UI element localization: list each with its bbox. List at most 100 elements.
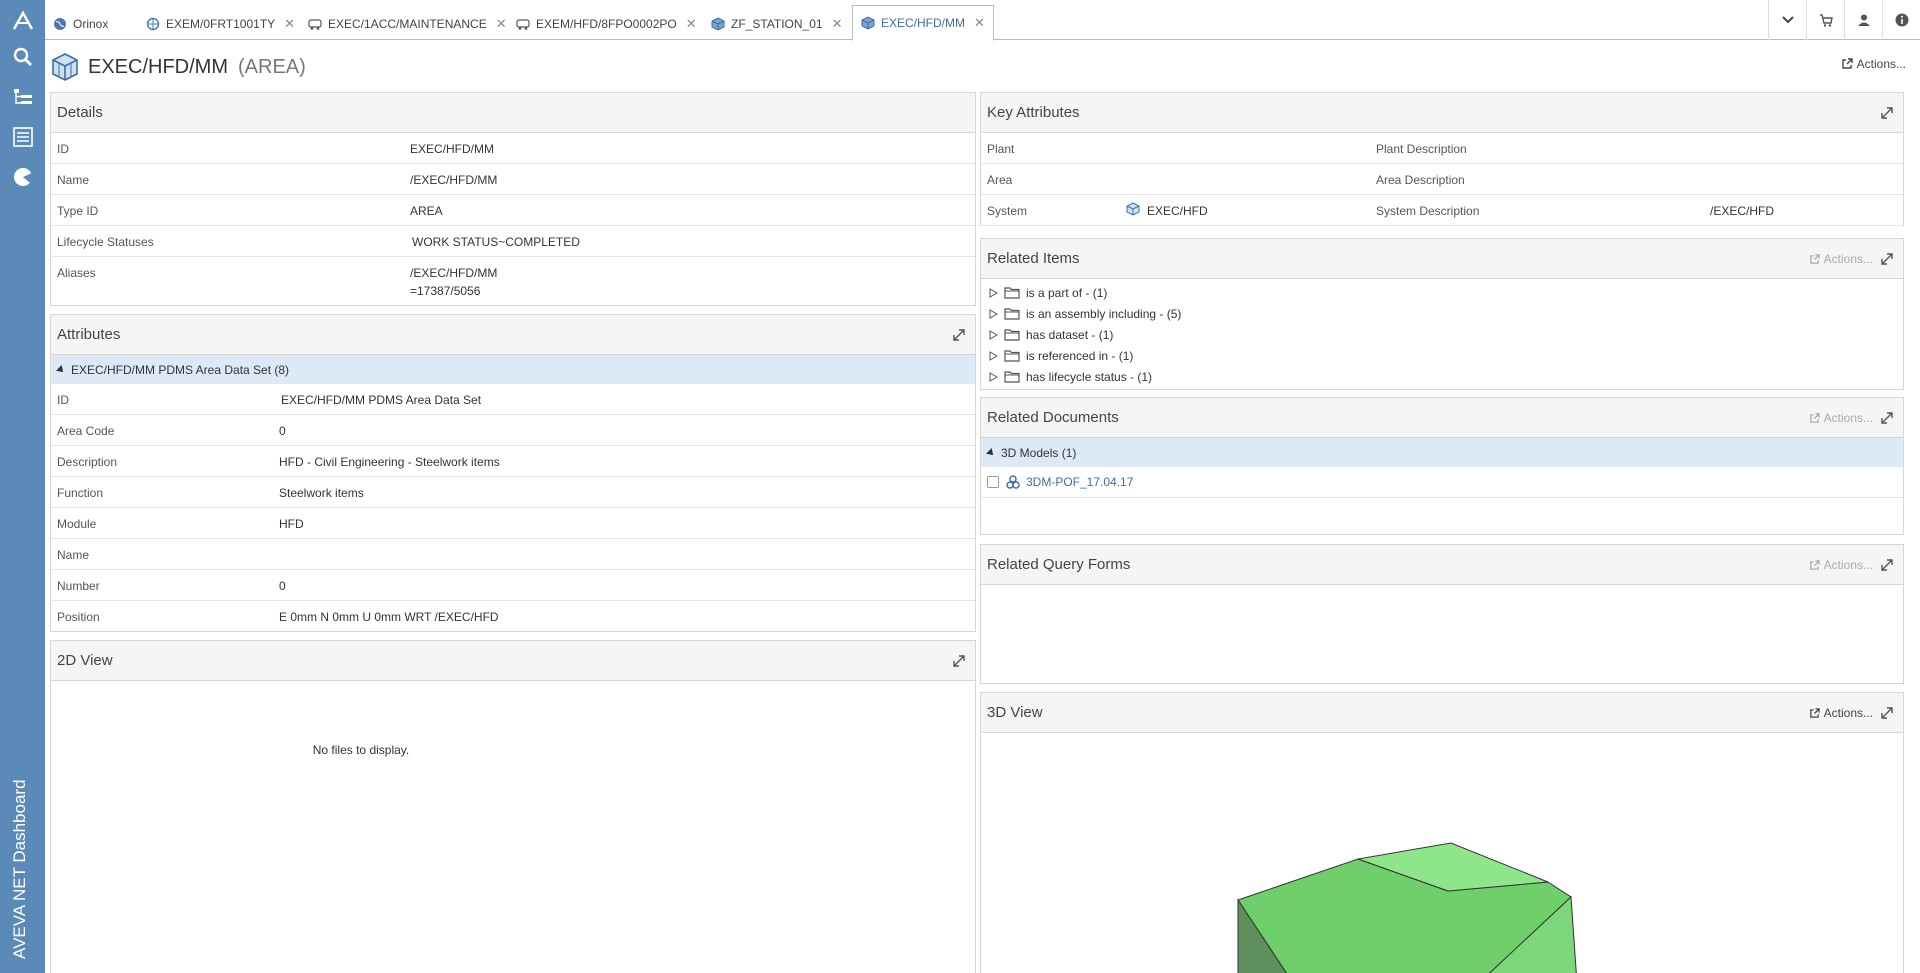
dataset-link[interactable]: EXEC/HFD/MM PDMS Area Data Set (281, 393, 481, 407)
folder-icon (1004, 350, 1020, 362)
aveva-logo-icon[interactable] (0, 2, 45, 40)
tab-exem-hfd-8fpo0002po[interactable]: EXEM/HFD/8FPO0002PO ✕ (516, 8, 697, 40)
expand-icon[interactable] (1881, 559, 1893, 571)
tab-exec-hfd-mm[interactable]: EXEC/HFD/MM ✕ (852, 5, 994, 41)
attribute-row: Function Steelwork items (51, 477, 975, 508)
attribute-group[interactable]: EXEC/HFD/MM PDMS Area Data Set (8) (51, 355, 975, 384)
key-attribute-row: Plant Plant Description (981, 133, 1903, 164)
lifecycle-status-link[interactable]: WORK STATUS~COMPLETED (412, 235, 580, 249)
page-header: EXEC/HFD/MM (AREA) (50, 50, 306, 84)
tab-zf-station-01[interactable]: ZF_STATION_01 ✕ (711, 8, 842, 40)
panel-title: Key Attributes (987, 104, 1080, 121)
expand-icon[interactable] (953, 655, 965, 667)
actions-button[interactable]: Actions... (1809, 558, 1873, 572)
view-2d-panel: 2D View No files to display. (50, 640, 976, 973)
attribute-row: Module HFD (51, 508, 975, 539)
related-documents-header: Related Documents Actions... (981, 398, 1903, 438)
group-label: 3D Models (1) (1001, 445, 1077, 460)
expand-icon[interactable] (953, 329, 965, 341)
model-3d-viewport[interactable] (981, 733, 1904, 973)
attribute-label: Function (57, 486, 104, 500)
tab-bar: Orinox EXEM/0FRT1001TY ✕ EXEC/1ACC/MAINT… (45, 0, 1920, 41)
key-attribute-label: Area (987, 173, 1013, 187)
list-icon[interactable] (0, 118, 45, 156)
vehicle-icon (516, 17, 530, 31)
tab-exem-0frt1001ty[interactable]: EXEM/0FRT1001TY ✕ (146, 8, 295, 40)
attribute-row: Description HFD - Civil Engineering - Ste… (51, 446, 975, 477)
left-sidebar: AVEVA NET Dashboard (0, 0, 45, 973)
user-icon[interactable] (1844, 0, 1882, 40)
document-checkbox[interactable] (987, 476, 999, 488)
details-header: Details (51, 93, 975, 133)
page-title: EXEC/HFD/MM (88, 55, 228, 78)
tree-node[interactable]: is an assembly including - (5) (981, 303, 1903, 324)
key-attribute-label: System (987, 204, 1028, 218)
expand-icon[interactable] (1881, 253, 1893, 265)
expand-icon[interactable] (1881, 707, 1893, 719)
system-link[interactable]: EXEC/HFD (1147, 204, 1208, 218)
close-icon[interactable]: ✕ (284, 16, 295, 32)
key-attribute-label: Plant Description (1376, 142, 1467, 156)
details-panel: Details ID EXEC/HFD/MM Name/EXEC/HFD/MM T… (50, 92, 976, 306)
attribute-label: Number (57, 579, 100, 593)
document-link[interactable]: 3DM-POF_17.04.17 (1026, 475, 1133, 489)
actions-label: Actions... (1823, 252, 1873, 266)
key-attribute-value: /EXEC/HFD (1710, 204, 1775, 218)
tab-label: EXEC/1ACC/MAINTENANCE (328, 17, 487, 31)
related-items-header: Related Items Actions... (981, 239, 1903, 279)
document-group[interactable]: 3D Models (1) (981, 438, 1903, 467)
related-documents-panel: Related Documents Actions... 3D Models (… (980, 397, 1904, 535)
detail-value: /EXEC/HFD/MM (410, 173, 498, 187)
tab-label: EXEC/HFD/MM (881, 16, 965, 30)
detail-value: /EXEC/HFD/MM (410, 266, 498, 280)
expand-arrow-icon (989, 287, 998, 298)
detail-row: Lifecycle Statuses WORK STATUS~COMPLETED (51, 226, 975, 257)
close-icon[interactable]: ✕ (974, 15, 985, 31)
pie-chart-icon[interactable] (0, 158, 45, 196)
actions-button[interactable]: Actions... (1809, 411, 1873, 425)
expand-icon[interactable] (1881, 107, 1893, 119)
close-icon[interactable]: ✕ (686, 16, 697, 32)
key-attribute-row: System EXEC/HFD System Description /EXEC… (981, 195, 1903, 226)
tree-node[interactable]: is referenced in - (1) (981, 345, 1903, 366)
panel-title: Details (57, 104, 103, 121)
tab-label: ZF_STATION_01 (731, 17, 823, 31)
attribute-label: Area Code (57, 424, 115, 438)
search-icon[interactable] (0, 38, 45, 76)
info-icon[interactable] (1882, 0, 1920, 40)
tree-label: has lifecycle status - (1) (1026, 369, 1153, 384)
attribute-label: Name (57, 548, 90, 562)
actions-label: Actions... (1823, 411, 1873, 425)
app-name-label: AVEVA NET Dashboard (10, 779, 29, 959)
actions-label: Actions... (1823, 558, 1873, 572)
close-icon[interactable]: ✕ (832, 16, 843, 32)
tab-exec-1acc-maintenance[interactable]: EXEC/1ACC/MAINTENANCE ✕ (308, 8, 507, 40)
attribute-row: ID EXEC/HFD/MM PDMS Area Data Set (51, 384, 975, 415)
cart-icon[interactable] (1806, 0, 1844, 40)
tree-node[interactable]: is a part of - (1) (981, 282, 1903, 303)
tab-label: EXEM/0FRT1001TY (166, 17, 276, 31)
expand-arrow-icon (989, 371, 998, 382)
key-attribute-label: Plant (987, 142, 1015, 156)
external-link-icon (1841, 58, 1853, 69)
expand-icon[interactable] (1881, 412, 1893, 424)
attribute-value: E 0mm N 0mm U 0mm WRT /EXEC/HFD (279, 610, 499, 624)
tab-orinox[interactable]: Orinox (53, 8, 108, 40)
attribute-label: Module (57, 517, 97, 531)
tree-node[interactable]: has dataset - (1) (981, 324, 1903, 345)
actions-button[interactable]: Actions... (1809, 706, 1873, 720)
chevron-down-icon[interactable] (1768, 0, 1806, 40)
vehicle-icon (308, 17, 322, 31)
close-icon[interactable]: ✕ (496, 16, 507, 32)
header-actions-button[interactable]: Actions... (1841, 57, 1906, 71)
expand-arrow-icon (989, 329, 998, 340)
attribute-value: HFD - Civil Engineering - Steelwork item… (279, 455, 500, 469)
panel-title: Related Query Forms (987, 556, 1131, 573)
key-attributes-header: Key Attributes (981, 93, 1903, 133)
tree-icon[interactable] (0, 78, 45, 116)
tree-node[interactable]: has lifecycle status - (1) (981, 366, 1903, 387)
attribute-value: HFD (279, 517, 304, 531)
actions-button[interactable]: Actions... (1809, 252, 1873, 266)
detail-row: Aliases/EXEC/HFD/MM =17387/5056 (51, 257, 975, 309)
related-items-panel: Related Items Actions... is a part of - … (980, 238, 1904, 390)
